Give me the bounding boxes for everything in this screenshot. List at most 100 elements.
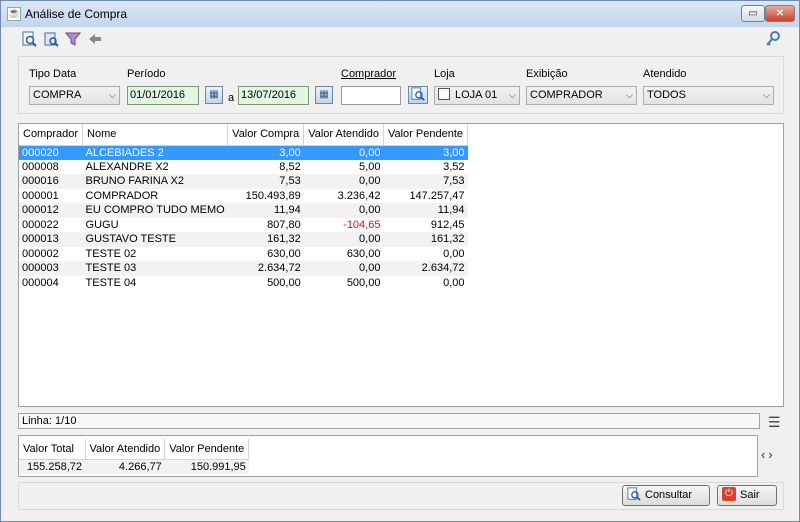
chevron-down-icon: ⌵ bbox=[109, 90, 116, 100]
scroll-right-icon[interactable]: › bbox=[768, 447, 775, 462]
cell-nome: EU COMPRO TUDO MEMO bbox=[82, 203, 228, 218]
tipo-data-label: Tipo Data bbox=[29, 68, 77, 80]
cell-comprador: 000004 bbox=[22, 276, 59, 289]
column-header-valor-compra[interactable]: Valor Compra bbox=[227, 124, 305, 146]
cell-comprador: 000003 bbox=[19, 261, 83, 276]
search-document-icon bbox=[627, 487, 641, 501]
cell-nome: ALEXANDRE X2 bbox=[85, 160, 169, 173]
table-row[interactable]: 000004 TESTE 04 500,00 500,00 0,00 bbox=[19, 276, 468, 291]
table-row[interactable]: 000020 ALCEBIADES 2 3,00 0,00 3,00 bbox=[19, 145, 468, 160]
cell-valor-compra: 8,52 bbox=[279, 160, 301, 173]
column-header-nome[interactable]: Nome bbox=[82, 124, 229, 146]
loja-checkbox[interactable] bbox=[438, 88, 450, 101]
scroll-arrows: ‹› bbox=[761, 447, 776, 462]
atendido-label: Atendido bbox=[643, 68, 687, 80]
cell-valor-pendente: 2.634,72 bbox=[383, 261, 468, 276]
cell-nome: TESTE 04 bbox=[85, 276, 137, 289]
cell-valor-pendente: 11,94 bbox=[383, 203, 468, 218]
calendar-from-icon[interactable]: ▦ bbox=[205, 86, 223, 104]
totals-header-valor-total: Valor Total bbox=[19, 439, 86, 460]
cell-valor-pendente: 161,32 bbox=[383, 232, 468, 247]
cell-valor-compra: 500,00 bbox=[267, 276, 301, 289]
cell-comprador: 000012 bbox=[19, 203, 83, 218]
totals-header-valor-atendido: Valor Atendido bbox=[85, 439, 166, 460]
table-row[interactable]: 000013 GUSTAVO TESTE 161,32 0,00 161,32 bbox=[19, 232, 468, 247]
periodo-label: Período bbox=[127, 68, 166, 80]
table-row[interactable]: 000001 COMPRADOR 150.493,89 3.236,42 147… bbox=[19, 189, 468, 204]
menu-lines-icon[interactable]: ☰ bbox=[768, 414, 781, 431]
cell-valor-atendido: 0,00 bbox=[303, 145, 384, 160]
search-document-icon[interactable] bbox=[21, 31, 37, 47]
filter-panel: Tipo Data COMPRA ⌵ Período 01/01/2016 ▦ … bbox=[18, 56, 784, 114]
cell-valor-atendido: 0,00 bbox=[303, 174, 384, 189]
cell-valor-pendente: 7,53 bbox=[383, 174, 468, 189]
column-header-valor-pendente[interactable]: Valor Pendente bbox=[383, 124, 469, 146]
cell-valor-compra: 150.493,89 bbox=[245, 189, 301, 202]
cell-valor-pendente: 3,52 bbox=[443, 160, 465, 173]
filter-funnel-icon[interactable] bbox=[64, 31, 82, 47]
periodo-from-input[interactable]: 01/01/2016 bbox=[127, 86, 199, 105]
table-row[interactable]: 000012 EU COMPRO TUDO MEMO 11,94 0,00 11… bbox=[19, 203, 468, 218]
cell-nome: GUGU bbox=[85, 218, 119, 231]
cell-comprador: 000008 bbox=[22, 160, 59, 173]
cell-valor-pendente: 0,00 bbox=[443, 276, 465, 289]
cell-valor-compra: 2.634,72 bbox=[227, 261, 304, 276]
cell-valor-pendente: 3,00 bbox=[383, 145, 468, 160]
exibicao-select[interactable]: COMPRADOR ⌵ bbox=[526, 86, 637, 105]
cell-valor-atendido: 500,00 bbox=[346, 276, 381, 289]
print-preview-icon[interactable] bbox=[43, 31, 59, 47]
cell-valor-compra: 161,32 bbox=[227, 232, 304, 247]
cell-nome: GUSTAVO TESTE bbox=[82, 232, 228, 247]
cell-nome: TESTE 02 bbox=[85, 247, 137, 260]
toolbar bbox=[1, 27, 799, 51]
cell-nome: ALCEBIADES 2 bbox=[82, 145, 228, 160]
title-bar: ☕ Análise de Compra ▭ ✕ bbox=[1, 1, 799, 27]
cell-nome: BRUNO FARINA X2 bbox=[82, 174, 228, 189]
action-panel: Consultar ⏻ Sair bbox=[18, 482, 784, 510]
cell-valor-compra: 3,00 bbox=[227, 145, 304, 160]
column-header-valor-atendido[interactable]: Valor Atendido bbox=[303, 124, 384, 146]
cell-valor-atendido: 3.236,42 bbox=[337, 189, 381, 202]
table-row[interactable]: 000002 TESTE 02 630,00 630,00 0,00 bbox=[19, 247, 468, 262]
table-row[interactable]: 000003 TESTE 03 2.634,72 0,00 2.634,72 bbox=[19, 261, 468, 276]
comprador-label: Comprador bbox=[341, 68, 397, 80]
main-window: ☕ Análise de Compra ▭ ✕ Tipo Data COMPRA… bbox=[0, 0, 800, 522]
table-row[interactable]: 000022 GUGU 807,80 -104,65 912,45 bbox=[19, 218, 468, 233]
key-icon[interactable] bbox=[765, 31, 781, 47]
cell-valor-atendido: 0,00 bbox=[303, 203, 384, 218]
results-table: Comprador Nome Valor Compra Valor Atendi… bbox=[19, 124, 469, 291]
cell-valor-atendido: 0,00 bbox=[303, 261, 384, 276]
search-comprador-icon[interactable] bbox=[408, 86, 428, 104]
cell-nome: TESTE 03 bbox=[82, 261, 228, 276]
close-button[interactable]: ✕ bbox=[765, 5, 795, 22]
loja-select[interactable]: LOJA 01 ⌵ bbox=[434, 86, 520, 105]
table-row[interactable]: 000008 ALEXANDRE X2 8,52 5,00 3,52 bbox=[19, 160, 468, 175]
totals-values-row: 155.258,72 4.266,77 150.991,95 bbox=[19, 459, 249, 474]
back-arrow-icon[interactable] bbox=[87, 31, 103, 47]
app-icon: ☕ bbox=[7, 7, 21, 21]
tipo-data-value: COMPRA bbox=[33, 89, 82, 101]
loja-value: LOJA 01 bbox=[455, 89, 498, 101]
consultar-button[interactable]: Consultar bbox=[622, 485, 710, 506]
comprador-input[interactable] bbox=[341, 86, 401, 105]
atendido-select[interactable]: TODOS ⌵ bbox=[643, 86, 774, 105]
cell-valor-compra: 11,94 bbox=[227, 203, 304, 218]
results-grid[interactable]: Comprador Nome Valor Compra Valor Atendi… bbox=[18, 123, 784, 407]
cell-valor-pendente: 0,00 bbox=[443, 247, 465, 260]
chevron-down-icon: ⌵ bbox=[509, 90, 516, 100]
chevron-down-icon: ⌵ bbox=[763, 90, 770, 100]
sair-button[interactable]: ⏻ Sair bbox=[717, 485, 777, 506]
cell-valor-compra: 7,53 bbox=[227, 174, 304, 189]
column-header-comprador[interactable]: Comprador bbox=[19, 124, 84, 146]
periodo-separator: a bbox=[228, 92, 235, 104]
calendar-to-icon[interactable]: ▦ bbox=[315, 86, 333, 104]
table-header-row: Comprador Nome Valor Compra Valor Atendi… bbox=[19, 124, 469, 146]
cell-valor-atendido: 630,00 bbox=[346, 247, 381, 260]
tipo-data-select[interactable]: COMPRA ⌵ bbox=[29, 86, 120, 105]
table-row[interactable]: 000016 BRUNO FARINA X2 7,53 0,00 7,53 bbox=[19, 174, 468, 189]
periodo-to-input[interactable]: 13/07/2016 bbox=[238, 86, 309, 105]
totals-panel: Valor Total Valor Atendido Valor Pendent… bbox=[18, 435, 758, 477]
cell-comprador: 000016 bbox=[19, 174, 83, 189]
maximize-button[interactable]: ▭ bbox=[741, 5, 765, 22]
cell-valor-pendente: 147.257,47 bbox=[409, 189, 465, 202]
